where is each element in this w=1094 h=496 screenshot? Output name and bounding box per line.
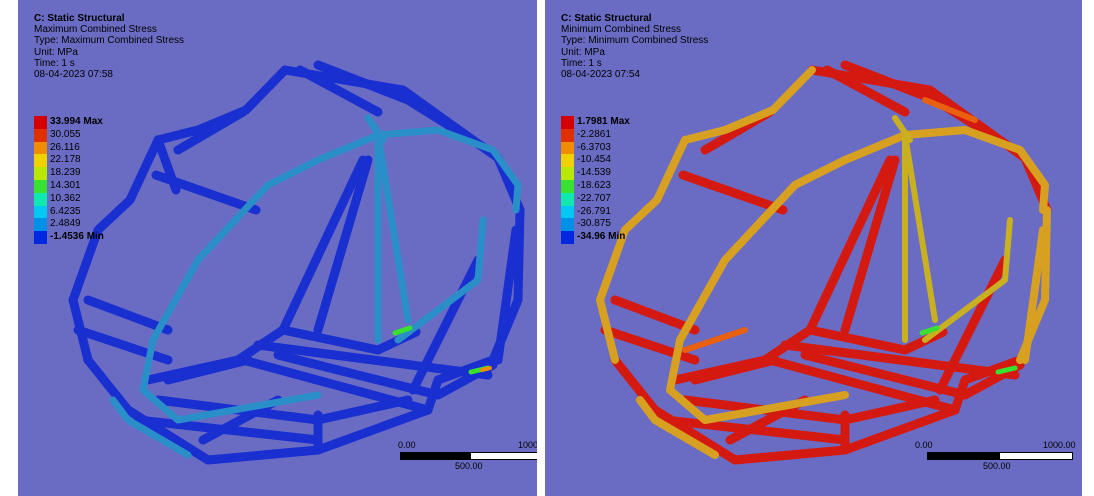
legend-swatch <box>561 218 574 232</box>
result-time: Time: 1 s <box>561 57 602 69</box>
legend-label: 6.4235 <box>50 205 81 217</box>
scale-end-label: 1000.00 <box>1043 440 1076 450</box>
scale-segment-white <box>470 452 537 460</box>
scale-bar: 0.00 1000.00 500.00 <box>915 440 1076 471</box>
legend-label: -14.539 <box>577 167 611 179</box>
legend-label: 26.116 <box>50 141 80 153</box>
legend-swatch <box>34 192 47 206</box>
legend-swatch <box>34 141 47 155</box>
left-edge-strip <box>0 0 18 496</box>
viewport-max-combined-stress[interactable]: C: Static Structural Maximum Combined St… <box>18 0 537 496</box>
legend-swatch <box>561 154 574 168</box>
analysis-title: C: Static Structural <box>34 13 125 24</box>
result-unit: Unit: MPa <box>34 46 78 58</box>
result-info-block: C: Static Structural Minimum Combined St… <box>561 13 708 80</box>
legend-label: 18.239 <box>50 167 81 179</box>
scale-start-label: 0.00 <box>915 440 933 450</box>
legend-label: 2.4849 <box>50 218 81 230</box>
scale-segment-black <box>927 452 1001 460</box>
scale-mid-label: 500.00 <box>455 461 483 471</box>
scale-start-label: 0.00 <box>398 440 416 450</box>
legend-label: -22.707 <box>577 192 611 204</box>
scale-segment-black <box>400 452 472 460</box>
result-name: Minimum Combined Stress <box>561 24 682 36</box>
legend-swatch <box>34 154 47 168</box>
legend-swatch <box>34 116 47 129</box>
legend-swatch <box>561 231 574 244</box>
legend-swatch <box>561 192 574 206</box>
legend-label: -34.96 Min <box>577 231 626 243</box>
legend-label: -6.3703 <box>577 141 611 153</box>
legend-swatch <box>561 128 574 142</box>
result-time: Time: 1 s <box>34 57 75 69</box>
scale-bar: 0.00 1000 500.00 <box>398 440 537 471</box>
result-type: Type: Maximum Combined Stress <box>34 35 185 47</box>
scale-segment-white <box>999 452 1073 460</box>
legend-label: -30.875 <box>577 218 611 230</box>
legend-swatch <box>34 205 47 219</box>
legend-swatch <box>561 116 574 129</box>
legend-swatch <box>34 218 47 232</box>
legend-label: -1.4536 Min <box>50 231 104 243</box>
legend-swatch <box>561 141 574 155</box>
legend-swatch <box>34 231 47 244</box>
legend-label: 1.7981 Max <box>577 116 630 127</box>
viewport-divider <box>537 0 545 496</box>
legend-label: 22.178 <box>50 154 81 166</box>
viewport-min-combined-stress[interactable]: C: Static Structural Minimum Combined St… <box>545 0 1082 496</box>
legend-swatch <box>561 167 574 180</box>
legend-label: -10.454 <box>577 154 611 166</box>
result-date: 08-04-2023 07:58 <box>34 69 113 81</box>
result-unit: Unit: MPa <box>561 46 605 58</box>
result-name: Maximum Combined Stress <box>34 24 157 36</box>
legend-label: 10.362 <box>50 192 81 204</box>
result-date: 08-04-2023 07:54 <box>561 69 640 81</box>
legend-label: 33.994 Max <box>50 116 103 127</box>
legend-swatch <box>561 179 574 193</box>
result-info-block: C: Static Structural Maximum Combined St… <box>34 13 184 80</box>
legend-label: 14.301 <box>50 179 81 191</box>
legend-swatch <box>561 205 574 219</box>
legend-label: -2.2861 <box>577 128 611 140</box>
legend-swatch <box>34 128 47 142</box>
legend-label: -26.791 <box>577 205 611 217</box>
result-type: Type: Minimum Combined Stress <box>561 35 709 47</box>
scale-end-label: 1000 <box>518 440 537 450</box>
legend-label: -18.623 <box>577 179 611 191</box>
legend-label: 30.055 <box>50 128 81 140</box>
analysis-title: C: Static Structural <box>561 13 652 24</box>
scale-mid-label: 500.00 <box>983 461 1011 471</box>
legend-swatch <box>34 167 47 180</box>
legend-swatch <box>34 179 47 193</box>
